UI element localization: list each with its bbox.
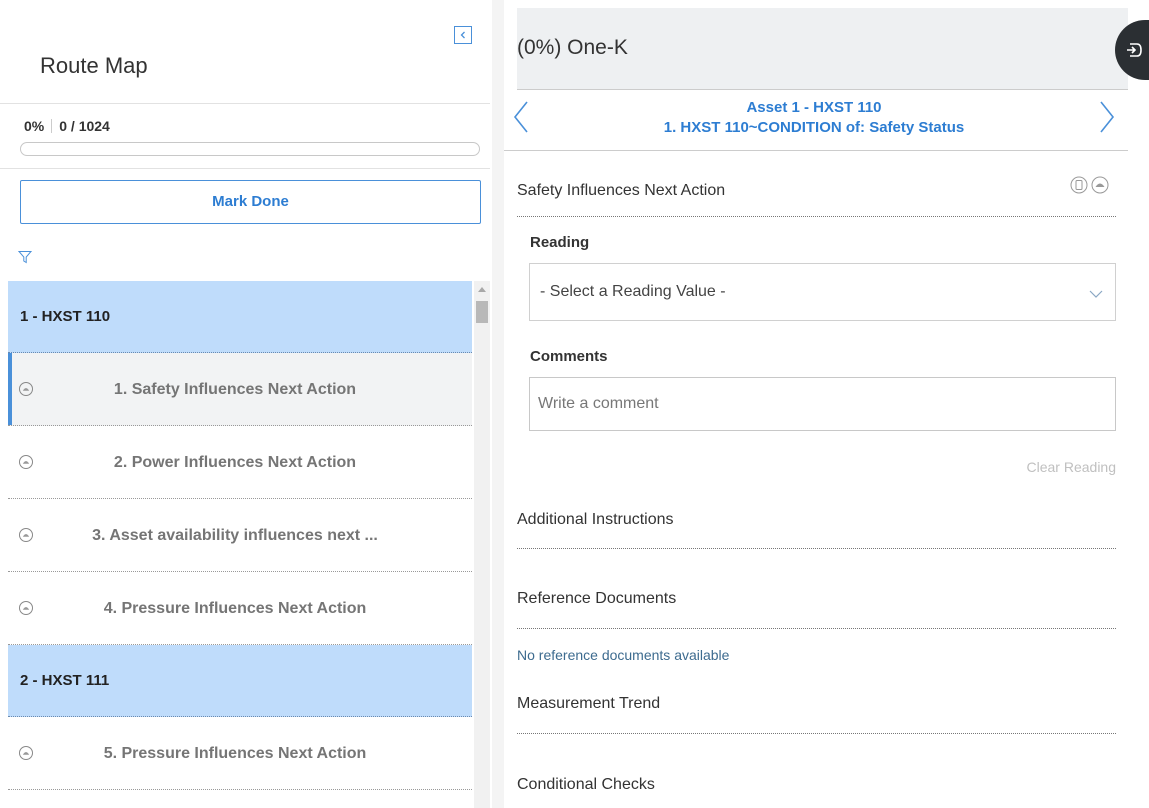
route-map-panel: Route Map 0% 0 / 1024 Mark Done 1 - HXST … xyxy=(0,0,492,808)
clear-reading-button[interactable]: Clear Reading xyxy=(1027,459,1117,475)
asset-group-header[interactable]: 1 - HXST 110 xyxy=(8,281,472,353)
route-step-list: 1 - HXST 110 1. Safety Influences Next A… xyxy=(8,281,472,808)
step-title: Safety Influences Next Action xyxy=(517,182,726,199)
measurement-trend-section[interactable]: Measurement Trend xyxy=(517,695,660,713)
title-bar: (0%) One-K xyxy=(517,8,1128,90)
progress-percent: 0% xyxy=(24,118,45,134)
reading-detail-panel: (0%) One-K Asset 1 - HXST 110 1. HXST 11… xyxy=(504,0,1149,808)
step-label: 4. Pressure Influences Next Action xyxy=(103,600,367,617)
progress-bar xyxy=(20,142,480,156)
route-map-title: Route Map xyxy=(40,53,148,78)
step-status-icon xyxy=(18,745,34,766)
additional-instructions-section[interactable]: Additional Instructions xyxy=(517,511,674,529)
page-title: (0%) One-K xyxy=(517,36,628,59)
progress-text: 0% 0 / 1024 xyxy=(24,118,110,134)
mark-done-button[interactable]: Mark Done xyxy=(20,180,481,224)
list-scrollbar[interactable] xyxy=(474,281,490,808)
step-header-icons xyxy=(1069,175,1111,200)
list-item[interactable]: 5. Pressure Influences Next Action xyxy=(8,717,472,790)
asset-name: Asset 1 - HXST 110 xyxy=(746,99,882,116)
list-item[interactable]: 2. Power Influences Next Action xyxy=(8,426,472,499)
step-label: 2. Power Influences Next Action xyxy=(113,454,357,471)
chevron-left-icon[interactable] xyxy=(512,100,530,139)
divider xyxy=(517,216,1116,217)
chevron-right-icon[interactable] xyxy=(1098,100,1116,139)
list-item[interactable]: 4. Pressure Influences Next Action xyxy=(8,572,472,645)
route-map-header: Route Map xyxy=(0,8,490,104)
divider xyxy=(517,733,1116,734)
comments-label: Comments xyxy=(530,348,608,365)
asset-group-header[interactable]: 2 - HXST 111 xyxy=(8,645,472,717)
list-item[interactable]: 3. Asset availability influences next ..… xyxy=(8,499,472,572)
device-icon[interactable] xyxy=(1070,176,1088,194)
chevron-down-icon xyxy=(1089,286,1103,304)
asset-title: Asset 1 - HXST 110 1. HXST 110~CONDITION… xyxy=(564,98,1064,138)
panel-separator xyxy=(492,0,504,808)
reference-documents-section[interactable]: Reference Documents xyxy=(517,590,676,608)
status-icon[interactable] xyxy=(1091,176,1109,194)
measurement-location: 1. HXST 110~CONDITION of: Safety Status xyxy=(663,119,965,136)
reading-label: Reading xyxy=(530,234,590,251)
progress-count: 0 / 1024 xyxy=(59,118,110,134)
divider xyxy=(504,150,1128,151)
filter-icon[interactable] xyxy=(17,250,33,269)
collapse-panel-icon[interactable] xyxy=(454,26,472,44)
step-label: 3. Asset availability influences next ..… xyxy=(92,527,378,544)
step-status-icon xyxy=(18,600,34,621)
list-item[interactable]: 1. Safety Influences Next Action xyxy=(8,353,472,426)
comment-input[interactable] xyxy=(529,377,1116,431)
side-panel-icon xyxy=(1127,43,1142,57)
divider xyxy=(517,548,1116,549)
step-label: 5. Pressure Influences Next Action xyxy=(103,745,367,762)
divider xyxy=(517,628,1116,629)
scroll-up-icon[interactable] xyxy=(478,287,486,292)
step-label: 1. Safety Influences Next Action xyxy=(113,381,357,398)
divider xyxy=(0,168,490,169)
step-status-icon xyxy=(18,381,34,402)
step-status-icon xyxy=(18,527,34,548)
conditional-checks-section[interactable]: Conditional Checks xyxy=(517,776,655,794)
no-reference-documents-text: No reference documents available xyxy=(517,647,730,663)
reading-select-value: - Select a Reading Value - xyxy=(540,283,726,300)
reading-select[interactable]: - Select a Reading Value - xyxy=(529,263,1116,321)
step-status-icon xyxy=(18,454,34,475)
scroll-thumb[interactable] xyxy=(476,301,488,323)
